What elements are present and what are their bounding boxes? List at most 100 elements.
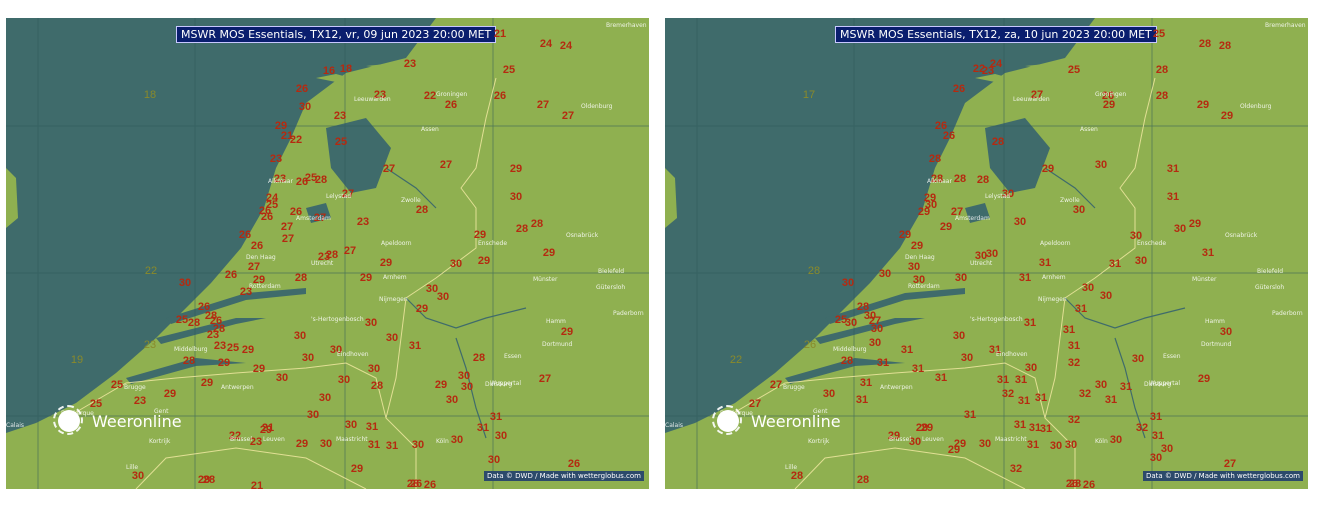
temperature-label: 29 bbox=[434, 379, 448, 391]
city-label: Paderborn bbox=[613, 310, 644, 317]
temperature-label: 31 bbox=[1074, 303, 1088, 315]
temperature-label: 29 bbox=[560, 326, 574, 338]
temperature-label: 30 bbox=[1094, 159, 1108, 171]
temperature-label: 31 bbox=[385, 440, 399, 452]
temperature-label: 30 bbox=[385, 332, 399, 344]
temperature-label: 31 bbox=[476, 422, 490, 434]
temperature-label: 30 bbox=[344, 419, 358, 431]
temperature-label: 25 bbox=[334, 136, 348, 148]
temperature-label: 30 bbox=[1109, 434, 1123, 446]
temperature-label: 29 bbox=[295, 438, 309, 450]
temperature-label: 29 bbox=[509, 163, 523, 175]
city-label: Brussel bbox=[889, 436, 911, 443]
temperature-label: 31 bbox=[934, 372, 948, 384]
temperature-label: 29 bbox=[259, 424, 273, 436]
city-label: Osnabrück bbox=[566, 232, 599, 239]
temperature-label: 28 bbox=[790, 470, 804, 482]
temperature-label: 26 bbox=[224, 269, 238, 281]
temperature-label: 21 bbox=[250, 480, 264, 489]
city-label: Calais bbox=[6, 422, 25, 429]
temperature-label: 22 bbox=[729, 354, 743, 366]
temperature-label: 30 bbox=[960, 352, 974, 364]
city-label: Lelystad bbox=[326, 193, 352, 200]
temperature-label: 32 bbox=[1009, 463, 1023, 475]
temperature-label: 30 bbox=[1160, 443, 1174, 455]
temperature-label: 26 bbox=[238, 229, 252, 241]
temperature-label: 28 bbox=[182, 355, 196, 367]
temperature-label: 22 bbox=[423, 90, 437, 102]
temperature-label: 31 bbox=[408, 340, 422, 352]
city-label: Kortrijk bbox=[149, 438, 171, 445]
city-label: Utrecht bbox=[311, 260, 334, 267]
city-label: Eindhoven bbox=[337, 351, 369, 358]
temperature-label: 29 bbox=[947, 444, 961, 456]
temperature-label: 30 bbox=[870, 323, 884, 335]
temperature-label: 27 bbox=[439, 159, 453, 171]
temperature-label: 31 bbox=[1166, 191, 1180, 203]
temperature-label: 28 bbox=[314, 174, 328, 186]
data-credit: Data © DWD / Made with wetterglobus.com bbox=[483, 471, 644, 481]
city-label: Alkmaar bbox=[268, 178, 293, 185]
city-label: Osnabrück bbox=[1225, 232, 1258, 239]
temperature-label: 29 bbox=[1197, 373, 1211, 385]
temperature-label: 16 bbox=[322, 65, 336, 77]
temperature-label: 30 bbox=[494, 430, 508, 442]
temperature-label: 30 bbox=[878, 268, 892, 280]
city-label: Hamm bbox=[1205, 318, 1225, 325]
data-credit: Data © DWD / Made with wetterglobus.com bbox=[1142, 471, 1303, 481]
city-label: Essen bbox=[504, 353, 522, 360]
city-label: Leeuwarden bbox=[354, 96, 391, 103]
temperature-label: 32 bbox=[1001, 388, 1015, 400]
temperature-label: 30 bbox=[952, 330, 966, 342]
temperature-label: 30 bbox=[1094, 379, 1108, 391]
temperature-label: 31 bbox=[1038, 257, 1052, 269]
city-label: Antwerpen bbox=[880, 384, 913, 391]
temperature-label: 26 bbox=[1082, 479, 1096, 489]
city-label: Amsterdam bbox=[955, 215, 990, 222]
temperature-label: 31 bbox=[855, 394, 869, 406]
city-label: Apeldoorn bbox=[381, 240, 412, 247]
temperature-label: 18 bbox=[339, 63, 353, 75]
city-label: Paderborn bbox=[1272, 310, 1303, 317]
temperature-label: 29 bbox=[197, 474, 211, 486]
temperature-label: 30 bbox=[293, 330, 307, 342]
temperature-label: 28 bbox=[406, 478, 420, 489]
temperature-label: 29 bbox=[415, 303, 429, 315]
temperature-label: 30 bbox=[337, 374, 351, 386]
city-label: Hamm bbox=[546, 318, 566, 325]
temperature-label: 31 bbox=[996, 374, 1010, 386]
temperature-label: 28 bbox=[1155, 90, 1169, 102]
city-label: Den Haag bbox=[905, 254, 935, 261]
temperature-label: 32 bbox=[1067, 357, 1081, 369]
temperature-label: 30 bbox=[1024, 362, 1038, 374]
city-label: Maastricht bbox=[995, 436, 1027, 443]
temperature-label: 29 bbox=[910, 240, 924, 252]
city-label: Nijmegen bbox=[1038, 296, 1067, 303]
brand-logo: Weeronline bbox=[53, 405, 182, 435]
temperature-label: 25 bbox=[1067, 64, 1081, 76]
temperature-label: 31 bbox=[489, 411, 503, 423]
map-panel-right: MSWR MOS Essentials, TX12, za, 10 jun 20… bbox=[665, 18, 1308, 489]
temperature-label: 31 bbox=[1017, 395, 1031, 407]
temperature-label: 30 bbox=[1049, 440, 1063, 452]
temperature-label: 26 bbox=[250, 240, 264, 252]
temperature-label: 31 bbox=[900, 344, 914, 356]
city-label: Dortmund bbox=[1201, 341, 1232, 348]
temperature-label: 29 bbox=[163, 388, 177, 400]
city-label: Middelburg bbox=[833, 346, 867, 353]
brand-logo: Weeronline bbox=[712, 405, 841, 435]
temperature-label: 27 bbox=[382, 163, 396, 175]
temperature-label: 18 bbox=[143, 89, 157, 101]
city-label: Enschede bbox=[478, 240, 508, 247]
temperature-label: 26 bbox=[295, 83, 309, 95]
temperature-label: 32 bbox=[1135, 422, 1149, 434]
temperature-label: 31 bbox=[1104, 394, 1118, 406]
temperature-label: 29 bbox=[898, 229, 912, 241]
temperature-label: 30 bbox=[460, 381, 474, 393]
temperature-label: 30 bbox=[449, 258, 463, 270]
temperature-label: 23 bbox=[403, 58, 417, 70]
city-label: Lille bbox=[785, 464, 798, 471]
city-label: Brugge bbox=[124, 384, 146, 391]
city-label: Dortmund bbox=[542, 341, 573, 348]
temperature-label: 25 bbox=[226, 342, 240, 354]
